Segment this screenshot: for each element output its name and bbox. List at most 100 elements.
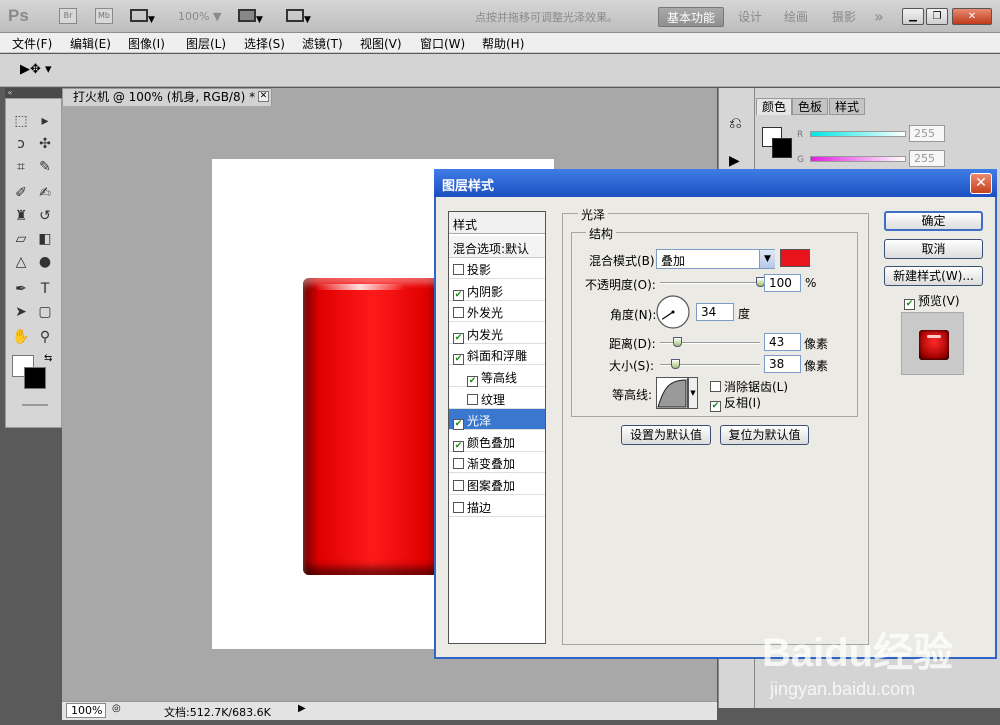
effect-item[interactable]: ✔ 内阴影 bbox=[449, 280, 545, 301]
actions-panel-icon[interactable]: ▶ bbox=[729, 153, 740, 169]
tab-color[interactable]: 颜色 bbox=[756, 98, 793, 115]
angle-dial[interactable] bbox=[655, 294, 691, 330]
menu-window[interactable]: 窗口(W) bbox=[420, 35, 465, 52]
effect-checkbox[interactable]: ✔ bbox=[453, 419, 464, 430]
blend-mode-dropdown-icon[interactable]: ▼ bbox=[759, 250, 775, 268]
app-close-button[interactable]: ✕ bbox=[952, 8, 992, 25]
shape-tool-icon[interactable]: ▢ bbox=[35, 302, 55, 322]
screen-mode-dropdown[interactable]: ▼ bbox=[286, 9, 320, 25]
workspace-photography[interactable]: 摄影 bbox=[832, 7, 856, 27]
bridge-launch-button[interactable]: Br bbox=[59, 8, 77, 24]
effect-item[interactable]: 纹理 bbox=[449, 388, 545, 409]
effect-checkbox[interactable]: ✔ bbox=[453, 441, 464, 452]
pen-tool-icon[interactable]: ✒ bbox=[11, 279, 31, 299]
menu-select[interactable]: 选择(S) bbox=[244, 35, 285, 52]
angle-input[interactable]: 34 bbox=[696, 303, 734, 321]
effect-item[interactable]: 描边 bbox=[449, 496, 545, 517]
tab-swatches[interactable]: 色板 bbox=[792, 98, 829, 115]
effect-checkbox[interactable]: ✔ bbox=[467, 376, 478, 387]
mini-bridge-button[interactable]: Mb bbox=[95, 8, 113, 24]
menu-filter[interactable]: 滤镜(T) bbox=[302, 35, 343, 52]
effect-checkbox[interactable]: ✔ bbox=[453, 333, 464, 344]
workspace-essentials[interactable]: 基本功能 bbox=[658, 7, 725, 27]
crop-tool-icon[interactable]: ⌗ bbox=[11, 157, 31, 177]
cancel-button[interactable]: 取消 bbox=[884, 239, 983, 259]
zoom-field[interactable]: 100% bbox=[66, 703, 106, 718]
restore-button[interactable]: ❐ bbox=[926, 8, 948, 25]
blend-mode-select[interactable]: 叠加 bbox=[656, 249, 775, 269]
document-tab-close-icon[interactable]: ✕ bbox=[258, 91, 269, 102]
effect-item[interactable]: 外发光 bbox=[449, 301, 545, 322]
r-channel-value[interactable]: 255 bbox=[909, 125, 945, 142]
r-channel-slider[interactable] bbox=[810, 131, 906, 137]
menu-help[interactable]: 帮助(H) bbox=[482, 35, 524, 52]
menu-layer[interactable]: 图层(L) bbox=[186, 35, 226, 52]
styles-header[interactable]: 样式 bbox=[449, 212, 545, 234]
effect-item[interactable]: ✔ 内发光 bbox=[449, 323, 545, 344]
effect-item[interactable]: ✔ 光泽 bbox=[449, 409, 545, 430]
effect-checkbox[interactable] bbox=[453, 480, 464, 491]
status-menu-arrow-icon[interactable]: ▶ bbox=[298, 703, 306, 714]
marquee-tool-icon[interactable]: ⬚ bbox=[11, 111, 31, 131]
g-channel-value[interactable]: 255 bbox=[909, 150, 945, 167]
dodge-tool-icon[interactable]: ● bbox=[35, 252, 55, 272]
menu-view[interactable]: 视图(V) bbox=[360, 35, 402, 52]
effect-item[interactable]: 投影 bbox=[449, 258, 545, 279]
preview-checkbox[interactable]: ✔ 预览(V) bbox=[904, 292, 960, 310]
dialog-close-button[interactable]: ✕ bbox=[970, 173, 992, 194]
eyedropper-tool-icon[interactable]: ✎ bbox=[35, 157, 55, 177]
hand-tool-icon[interactable]: ✋ bbox=[11, 327, 31, 347]
history-panel-icon[interactable]: ⎌ bbox=[729, 113, 742, 133]
panel-background-swatch[interactable] bbox=[772, 138, 792, 158]
effect-item[interactable]: ✔ 斜面和浮雕 bbox=[449, 344, 545, 365]
effect-checkbox[interactable]: ✔ bbox=[453, 290, 464, 301]
effect-checkbox[interactable] bbox=[453, 458, 464, 469]
reset-default-button[interactable]: 复位为默认值 bbox=[720, 425, 809, 445]
menu-image[interactable]: 图像(I) bbox=[128, 35, 165, 52]
brush-tool-icon[interactable]: ✍ bbox=[35, 183, 55, 203]
dialog-title[interactable]: 图层样式 bbox=[434, 169, 997, 197]
invert-checkbox[interactable]: ✔ 反相(I) bbox=[710, 394, 761, 412]
blur-tool-icon[interactable]: △ bbox=[11, 252, 31, 272]
make-default-button[interactable]: 设置为默认值 bbox=[621, 425, 711, 445]
zoom-level-dropdown[interactable]: 100% ▼ bbox=[178, 10, 221, 23]
effect-checkbox[interactable] bbox=[453, 307, 464, 318]
menu-file[interactable]: 文件(F) bbox=[12, 35, 52, 52]
healing-brush-tool-icon[interactable]: ✐ bbox=[11, 183, 31, 203]
menu-edit[interactable]: 编辑(E) bbox=[70, 35, 111, 52]
eraser-tool-icon[interactable]: ▱ bbox=[11, 229, 31, 249]
move-tool-preset-picker[interactable]: ▶✥ ▾ bbox=[20, 62, 52, 77]
more-workspaces-button[interactable]: » bbox=[874, 7, 884, 27]
gradient-tool-icon[interactable]: ◧ bbox=[35, 229, 55, 249]
minimize-button[interactable]: ▁ bbox=[902, 8, 924, 25]
path-selection-tool-icon[interactable]: ➤ bbox=[11, 302, 31, 322]
type-tool-icon[interactable]: T bbox=[35, 279, 55, 299]
effect-checkbox[interactable] bbox=[453, 264, 464, 275]
ok-button[interactable]: 确定 bbox=[884, 211, 983, 231]
history-brush-tool-icon[interactable]: ↺ bbox=[35, 206, 55, 226]
quick-selection-tool-icon[interactable]: ✣ bbox=[35, 134, 55, 154]
effect-item[interactable]: 渐变叠加 bbox=[449, 452, 545, 473]
opacity-input[interactable]: 100 bbox=[764, 274, 801, 292]
contour-preview[interactable] bbox=[656, 377, 688, 409]
effect-checkbox[interactable]: ✔ bbox=[453, 354, 464, 365]
distance-slider-thumb[interactable] bbox=[673, 337, 682, 347]
effect-item[interactable]: 图案叠加 bbox=[449, 474, 545, 495]
swap-colors-icon[interactable]: ⇆ bbox=[44, 353, 52, 364]
zoom-tool-icon[interactable]: ⚲ bbox=[35, 327, 55, 347]
move-tool-icon[interactable]: ▸ bbox=[35, 111, 55, 131]
size-slider-thumb[interactable] bbox=[671, 359, 680, 369]
effect-checkbox[interactable] bbox=[467, 394, 478, 405]
background-color-swatch[interactable] bbox=[24, 367, 46, 389]
workspace-painting[interactable]: 绘画 bbox=[784, 7, 808, 27]
opacity-slider-track[interactable] bbox=[660, 282, 760, 284]
g-channel-slider[interactable] bbox=[810, 156, 906, 162]
size-input[interactable]: 38 bbox=[764, 355, 801, 373]
effect-checkbox[interactable] bbox=[453, 502, 464, 513]
tab-styles[interactable]: 样式 bbox=[829, 98, 866, 115]
document-tab[interactable]: 打火机 @ 100% (机身, RGB/8) * bbox=[62, 88, 272, 106]
clone-stamp-tool-icon[interactable]: ♜ bbox=[11, 206, 31, 226]
distance-input[interactable]: 43 bbox=[764, 333, 801, 351]
new-style-button[interactable]: 新建样式(W)... bbox=[884, 266, 983, 286]
lasso-tool-icon[interactable]: ↄ bbox=[11, 134, 31, 154]
